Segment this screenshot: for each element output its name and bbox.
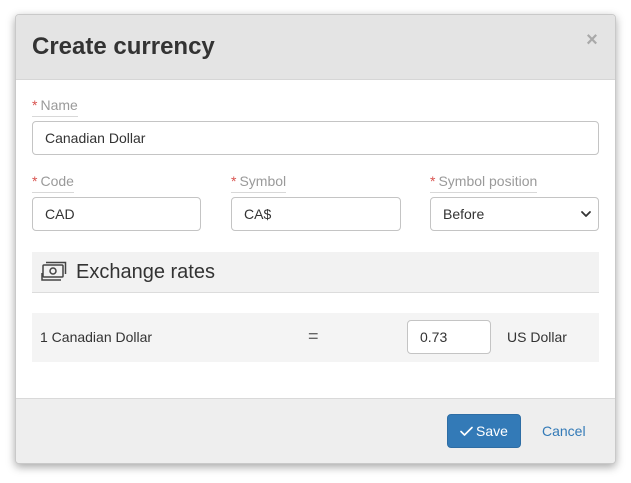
required-marker: * xyxy=(231,173,237,189)
symbol-position-select[interactable]: Before xyxy=(430,197,599,231)
symbol-label-text: Symbol xyxy=(239,173,287,189)
required-marker: * xyxy=(32,173,38,189)
code-input[interactable] xyxy=(32,197,201,231)
name-input[interactable] xyxy=(32,121,599,155)
exchange-rates-header: Exchange rates xyxy=(32,252,599,293)
dialog-footer: Save Cancel xyxy=(16,398,615,463)
rate-from-currency: 1 Canadian Dollar xyxy=(40,329,153,345)
required-marker: * xyxy=(430,173,436,189)
symbol-position-label: * Symbol position xyxy=(430,173,538,193)
cancel-button[interactable]: Cancel xyxy=(542,423,586,439)
name-label-text: Name xyxy=(40,97,78,113)
equals-sign: = xyxy=(308,326,319,346)
symbol-position-value: Before xyxy=(443,206,485,222)
symbol-position-label-text: Symbol position xyxy=(438,173,538,189)
code-label: * Code xyxy=(32,173,74,193)
code-label-text: Code xyxy=(40,173,74,189)
name-label: * Name xyxy=(32,97,78,117)
chevron-down-icon xyxy=(581,211,591,217)
close-icon[interactable]: × xyxy=(584,30,600,50)
dialog-title: Create currency xyxy=(32,33,215,60)
symbol-input[interactable] xyxy=(231,197,401,231)
exchange-rate-input[interactable] xyxy=(407,320,491,354)
required-marker: * xyxy=(32,97,38,113)
create-currency-dialog: Create currency × *Name *Code *Symbol *S… xyxy=(15,14,616,464)
money-bill-icon xyxy=(41,261,67,281)
symbol-label: * Symbol xyxy=(231,173,287,193)
rate-to-currency: US Dollar xyxy=(507,329,567,345)
check-icon xyxy=(460,426,473,436)
dialog-header: Create currency × xyxy=(16,15,615,80)
exchange-rates-title: Exchange rates xyxy=(76,261,215,283)
save-button[interactable]: Save xyxy=(447,414,521,448)
exchange-rate-row: 1 Canadian Dollar = US Dollar xyxy=(32,313,599,362)
save-button-label: Save xyxy=(476,423,508,439)
